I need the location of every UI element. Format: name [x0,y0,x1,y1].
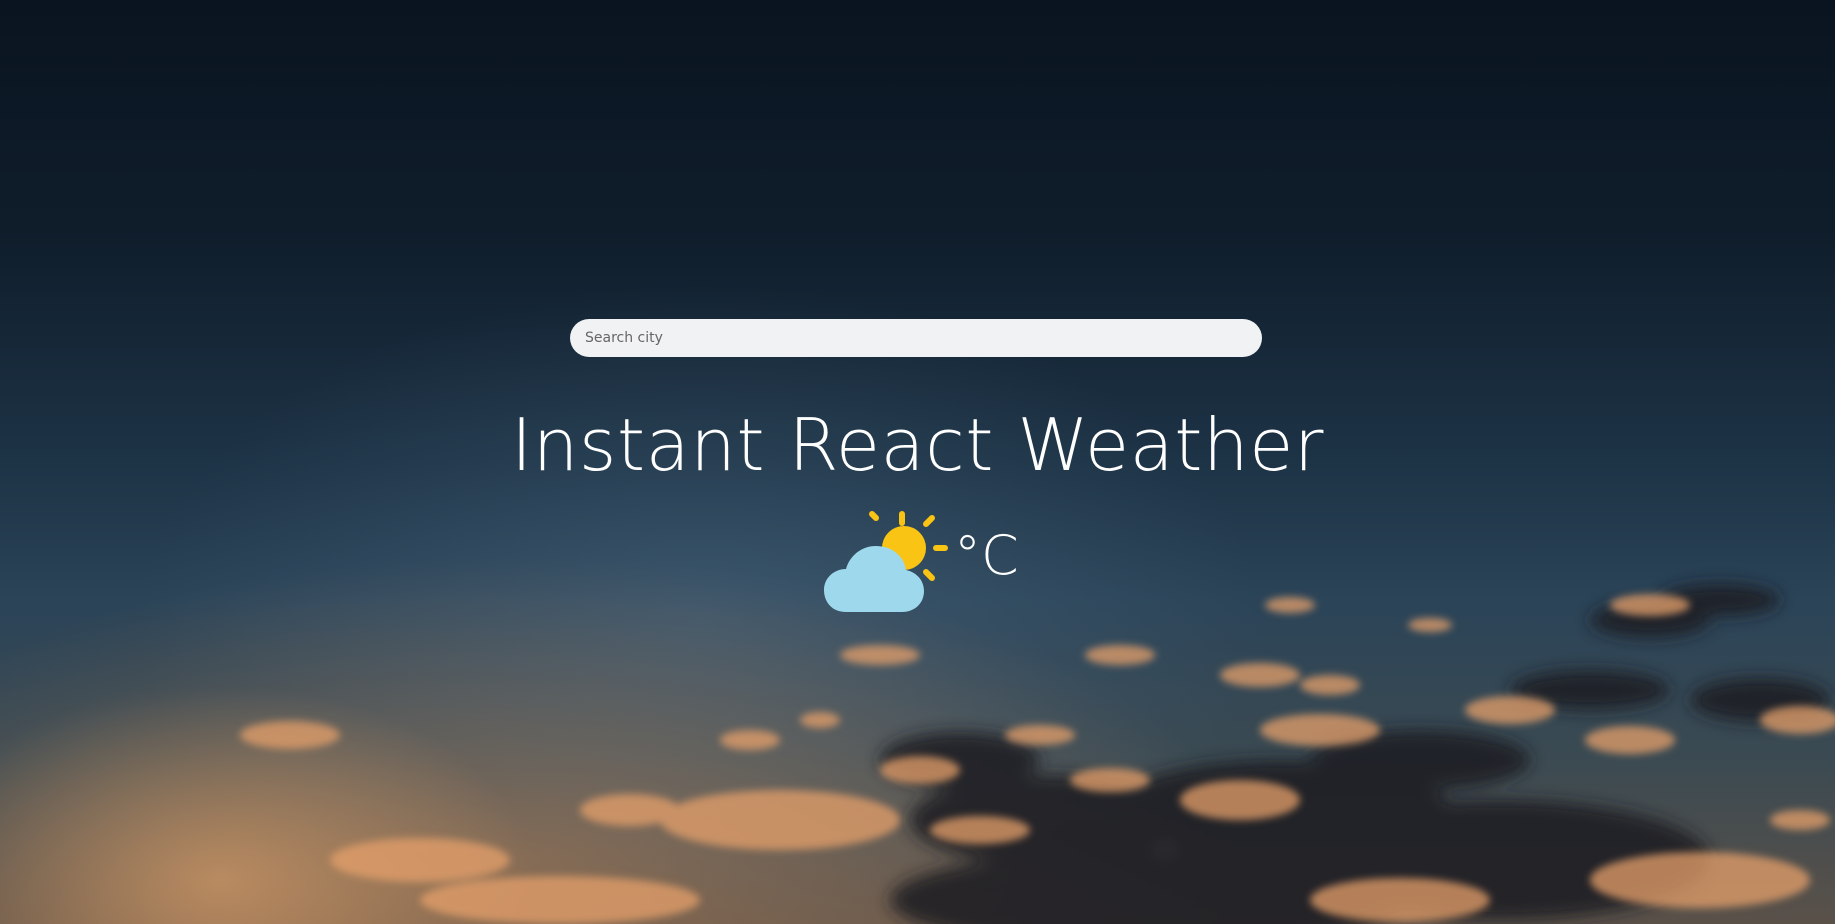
page-title: Instant React Weather [510,403,1325,487]
search-input[interactable] [570,319,1262,357]
temperature-unit: °C [954,524,1019,587]
search-bar[interactable] [570,319,1262,357]
partly-cloudy-icon [824,511,948,612]
current-weather: °C [822,508,1019,618]
temperature-readout: °C [954,526,1019,586]
